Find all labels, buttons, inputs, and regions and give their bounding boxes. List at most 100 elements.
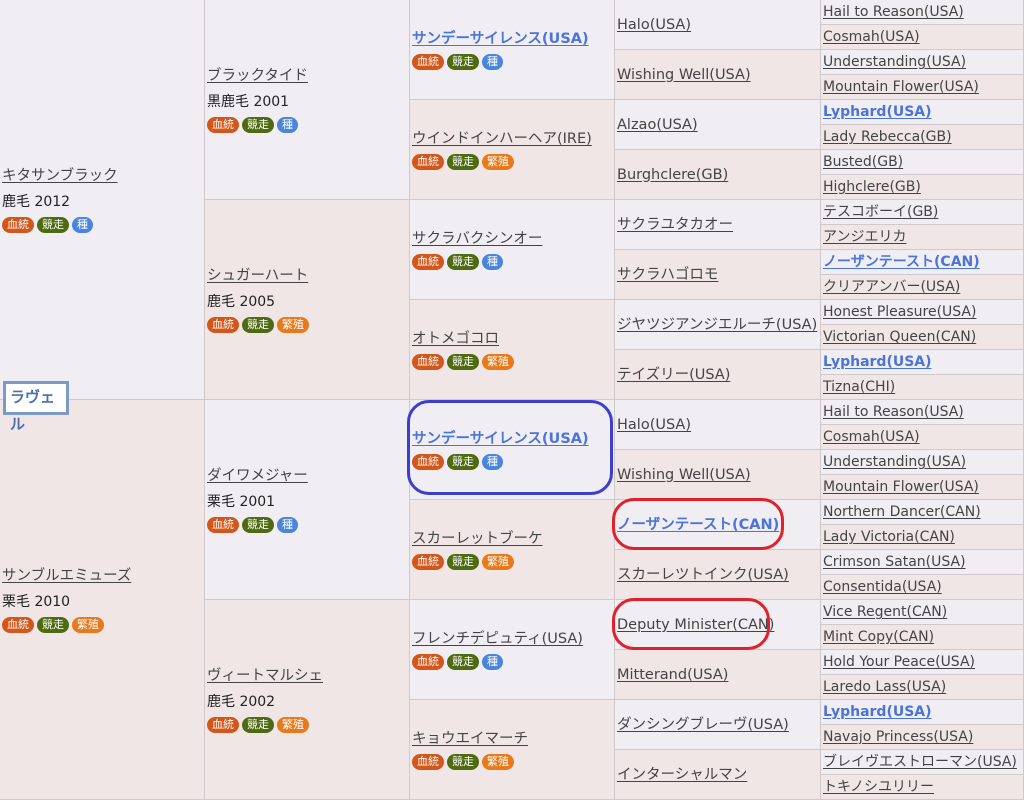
horse-link[interactable]: Cosmah(USA) <box>823 28 920 46</box>
horse-link[interactable]: ノーザンテースト(CAN) <box>617 516 818 534</box>
horse-link[interactable]: Lady Rebecca(GB) <box>823 128 952 146</box>
badge-stud[interactable]: 種 <box>482 653 503 670</box>
badge-breed[interactable]: 繁殖 <box>277 316 309 333</box>
badge-race[interactable]: 競走 <box>447 153 479 170</box>
badge-blood[interactable]: 血統 <box>2 616 34 633</box>
horse-link[interactable]: Cosmah(USA) <box>823 428 920 446</box>
horse-link[interactable]: Vice Regent(CAN) <box>823 603 947 621</box>
badge-stud[interactable]: 種 <box>482 53 503 70</box>
horse-link[interactable]: ダンシングブレーヴ(USA) <box>617 716 818 734</box>
horse-link[interactable]: キタサンブラック <box>2 167 202 185</box>
horse-link[interactable]: Busted(GB) <box>823 153 903 171</box>
badge-race[interactable]: 競走 <box>447 353 479 370</box>
horse-link[interactable]: テスコボーイ(GB) <box>823 203 938 221</box>
horse-link[interactable]: フレンチデピュティ(USA) <box>412 630 612 648</box>
badge-race[interactable]: 競走 <box>447 553 479 570</box>
badge-blood[interactable]: 血統 <box>412 653 444 670</box>
badge-blood[interactable]: 血統 <box>412 53 444 70</box>
badge-blood[interactable]: 血統 <box>412 753 444 770</box>
horse-link[interactable]: Lyphard(USA) <box>823 353 932 371</box>
horse-link[interactable]: Mountain Flower(USA) <box>823 478 979 496</box>
horse-link[interactable]: Honest Pleasure(USA) <box>823 303 976 321</box>
horse-link[interactable]: Lady Victoria(CAN) <box>823 528 955 546</box>
horse-link[interactable]: ダイワメジャー <box>207 467 407 485</box>
badge-blood[interactable]: 血統 <box>412 253 444 270</box>
horse-link[interactable]: Hail to Reason(USA) <box>823 403 964 421</box>
horse-link[interactable]: ブラックタイド <box>207 67 407 85</box>
horse-link[interactable]: トキノシユリリー <box>823 778 934 796</box>
badge-blood[interactable]: 血統 <box>207 116 239 133</box>
horse-link[interactable]: サンブルエミューズ <box>2 567 202 585</box>
horse-link[interactable]: サンデーサイレンス(USA) <box>412 30 612 48</box>
badge-race[interactable]: 競走 <box>447 653 479 670</box>
horse-link[interactable]: Laredo Lass(USA) <box>823 678 946 696</box>
horse-link[interactable]: Mint Copy(CAN) <box>823 628 934 646</box>
badge-race[interactable]: 競走 <box>447 453 479 470</box>
badge-blood[interactable]: 血統 <box>412 353 444 370</box>
badge-stud[interactable]: 種 <box>277 516 298 533</box>
badge-breed[interactable]: 繁殖 <box>72 616 104 633</box>
badge-stud[interactable]: 種 <box>482 253 503 270</box>
horse-link[interactable]: Alzao(USA) <box>617 116 818 134</box>
badge-breed[interactable]: 繁殖 <box>482 553 514 570</box>
badge-blood[interactable]: 血統 <box>412 453 444 470</box>
horse-link[interactable]: Mountain Flower(USA) <box>823 78 979 96</box>
horse-link[interactable]: ノーザンテースト(CAN) <box>823 253 980 271</box>
horse-link[interactable]: サンデーサイレンス(USA) <box>412 430 612 448</box>
horse-link[interactable]: Halo(USA) <box>617 416 818 434</box>
horse-link[interactable]: クリアアンバー(USA) <box>823 278 960 296</box>
horse-link[interactable]: Hold Your Peace(USA) <box>823 653 975 671</box>
horse-link[interactable]: テイズリー(USA) <box>617 366 818 384</box>
horse-link[interactable]: ジヤツジアンジエルーチ(USA) <box>617 316 818 334</box>
horse-link[interactable]: サクラバクシンオー <box>412 230 612 248</box>
badge-stud[interactable]: 種 <box>277 116 298 133</box>
horse-link[interactable]: オトメゴコロ <box>412 330 612 348</box>
horse-link[interactable]: アンジエリカ <box>823 228 906 246</box>
horse-link[interactable]: Lyphard(USA) <box>823 703 932 721</box>
horse-link[interactable]: シュガーハート <box>207 267 407 285</box>
badge-breed[interactable]: 繁殖 <box>277 716 309 733</box>
horse-link[interactable]: Tizna(CHI) <box>823 378 895 396</box>
horse-link[interactable]: インターシャルマン <box>617 766 818 784</box>
horse-link[interactable]: Hail to Reason(USA) <box>823 3 964 21</box>
horse-link[interactable]: Victorian Queen(CAN) <box>823 328 976 346</box>
badge-race[interactable]: 競走 <box>447 753 479 770</box>
badge-race[interactable]: 競走 <box>242 316 274 333</box>
horse-link[interactable]: Crimson Satan(USA) <box>823 553 966 571</box>
horse-link[interactable]: Highclere(GB) <box>823 178 921 196</box>
badge-blood[interactable]: 血統 <box>412 553 444 570</box>
horse-link[interactable]: スカーレツトインク(USA) <box>617 566 818 584</box>
horse-link[interactable]: スカーレットブーケ <box>412 530 612 548</box>
badge-blood[interactable]: 血統 <box>412 153 444 170</box>
horse-link[interactable]: Wishing Well(USA) <box>617 66 818 84</box>
horse-link[interactable]: Halo(USA) <box>617 16 818 34</box>
horse-link[interactable]: Understanding(USA) <box>823 53 966 71</box>
horse-link[interactable]: ウインドインハーヘア(IRE) <box>412 130 612 148</box>
horse-link[interactable]: Burghclere(GB) <box>617 166 818 184</box>
badge-blood[interactable]: 血統 <box>207 516 239 533</box>
badge-breed[interactable]: 繁殖 <box>482 753 514 770</box>
horse-link[interactable]: サクラユタカオー <box>617 216 818 234</box>
horse-link[interactable]: サクラハゴロモ <box>617 266 818 284</box>
badge-breed[interactable]: 繁殖 <box>482 153 514 170</box>
horse-link[interactable]: Navajo Princess(USA) <box>823 728 973 746</box>
horse-link[interactable]: Wishing Well(USA) <box>617 466 818 484</box>
badge-race[interactable]: 競走 <box>242 116 274 133</box>
badge-breed[interactable]: 繁殖 <box>482 353 514 370</box>
horse-link[interactable]: Consentida(USA) <box>823 578 942 596</box>
horse-link[interactable]: ブレイヴエストローマン(USA) <box>823 753 1017 771</box>
badge-blood[interactable]: 血統 <box>2 216 34 233</box>
horse-link[interactable]: Understanding(USA) <box>823 453 966 471</box>
badge-race[interactable]: 競走 <box>37 216 69 233</box>
horse-link[interactable]: Lyphard(USA) <box>823 103 932 121</box>
badge-stud[interactable]: 種 <box>72 216 93 233</box>
badge-stud[interactable]: 種 <box>482 453 503 470</box>
badge-race[interactable]: 競走 <box>242 516 274 533</box>
horse-link[interactable]: Deputy Minister(CAN) <box>617 616 818 634</box>
badge-race[interactable]: 競走 <box>37 616 69 633</box>
horse-link[interactable]: キョウエイマーチ <box>412 730 612 748</box>
badge-race[interactable]: 競走 <box>242 716 274 733</box>
badge-race[interactable]: 競走 <box>447 53 479 70</box>
horse-link[interactable]: ヴィートマルシェ <box>207 667 407 685</box>
horse-link[interactable]: Mitterand(USA) <box>617 666 818 684</box>
